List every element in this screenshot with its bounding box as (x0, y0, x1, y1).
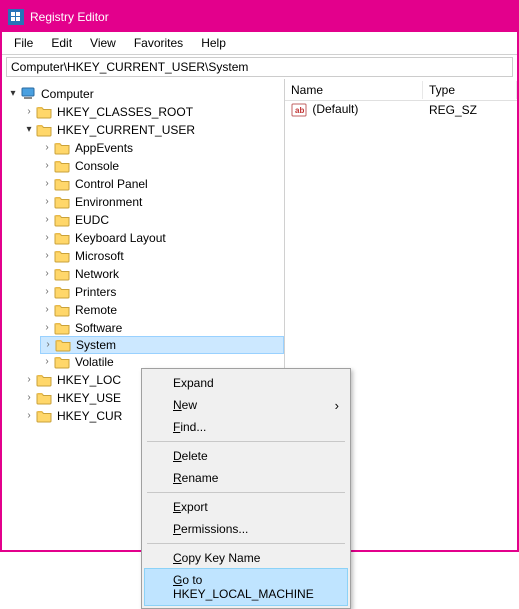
address-bar[interactable]: Computer\HKEY_CURRENT_USER\System (6, 57, 513, 77)
context-menu-item[interactable]: Rename (145, 467, 347, 489)
context-menu: ExpandNewFind... DeleteRename ExportPermis… (141, 368, 351, 609)
value-type: REG_SZ (423, 102, 517, 118)
value-row[interactable]: ab (Default) REG_SZ (285, 101, 517, 119)
tree-item-key[interactable]: › Software (40, 319, 284, 337)
menu-help[interactable]: Help (193, 34, 234, 52)
menu-file[interactable]: File (6, 34, 41, 52)
expand-arrow-icon[interactable]: ▾ (22, 121, 36, 139)
column-header-type[interactable]: Type (423, 81, 517, 99)
expand-arrow-icon[interactable]: › (40, 139, 54, 157)
computer-icon (20, 86, 36, 102)
expand-arrow-icon[interactable]: › (40, 247, 54, 265)
tree-item-key[interactable]: › Remote (40, 301, 284, 319)
menu-favorites[interactable]: Favorites (126, 34, 191, 52)
expand-arrow-icon[interactable]: › (40, 301, 54, 319)
app-icon (8, 9, 24, 25)
list-header: Name Type (285, 79, 517, 101)
tree-label: Environment (73, 193, 144, 211)
context-menu-item[interactable]: New (145, 394, 347, 416)
tree-label: AppEvents (73, 139, 135, 157)
window-title: Registry Editor (30, 10, 109, 24)
tree-label: HKEY_CLASSES_ROOT (55, 103, 195, 121)
tree-item-key[interactable]: › Console (40, 157, 284, 175)
expand-arrow-icon[interactable]: › (22, 389, 36, 407)
tree-item-key[interactable]: › AppEvents (40, 139, 284, 157)
expand-arrow-icon[interactable]: › (40, 175, 54, 193)
context-menu-item[interactable]: Delete (145, 445, 347, 467)
column-header-name[interactable]: Name (285, 81, 423, 99)
tree-label: Volatile (73, 353, 116, 371)
tree-root-computer[interactable]: ▾ Computer (4, 85, 284, 103)
context-menu-item[interactable]: Copy Key Name (145, 547, 347, 569)
value-name: (Default) (312, 102, 358, 116)
context-menu-item[interactable]: Permissions... (145, 518, 347, 540)
expand-arrow-icon[interactable]: › (40, 193, 54, 211)
tree-item-key[interactable]: › Control Panel (40, 175, 284, 193)
expand-arrow-icon[interactable]: › (40, 265, 54, 283)
tree-label: Keyboard Layout (73, 229, 168, 247)
context-menu-separator (147, 492, 345, 493)
tree-label: Remote (73, 301, 119, 319)
tree-item-key[interactable]: › Printers (40, 283, 284, 301)
expand-arrow-icon[interactable]: › (22, 103, 36, 121)
expand-arrow-icon[interactable]: › (40, 283, 54, 301)
tree-item-key[interactable]: › Environment (40, 193, 284, 211)
context-menu-item[interactable]: Export (145, 496, 347, 518)
expand-arrow-icon[interactable]: › (40, 229, 54, 247)
tree-label: Control Panel (73, 175, 150, 193)
tree-item-hive[interactable]: › HKEY_CLASSES_ROOT (22, 103, 284, 121)
expand-arrow-icon[interactable]: › (40, 353, 54, 371)
expand-arrow-icon[interactable]: › (40, 319, 54, 337)
tree-item-key[interactable]: › Microsoft (40, 247, 284, 265)
context-menu-item[interactable]: Go to HKEY_LOCAL_MACHINE (144, 568, 348, 606)
tree-item-key[interactable]: › Network (40, 265, 284, 283)
tree-label: System (74, 336, 118, 354)
menu-view[interactable]: View (82, 34, 124, 52)
context-menu-separator (147, 543, 345, 544)
expand-arrow-icon[interactable]: ▾ (6, 85, 20, 103)
tree-label: HKEY_USE (55, 389, 123, 407)
tree-label: Printers (73, 283, 118, 301)
expand-arrow-icon[interactable]: › (41, 336, 55, 354)
tree-label: Microsoft (73, 247, 126, 265)
tree-label: HKEY_CUR (55, 407, 124, 425)
title-bar: Registry Editor (2, 2, 517, 32)
tree-item-key[interactable]: › Keyboard Layout (40, 229, 284, 247)
expand-arrow-icon[interactable]: › (40, 157, 54, 175)
menu-edit[interactable]: Edit (43, 34, 80, 52)
tree-label: Console (73, 157, 121, 175)
expand-arrow-icon[interactable]: › (40, 211, 54, 229)
tree-label: EUDC (73, 211, 111, 229)
context-menu-separator (147, 441, 345, 442)
expand-arrow-icon[interactable]: › (22, 371, 36, 389)
expand-arrow-icon[interactable]: › (22, 407, 36, 425)
tree-label: HKEY_CURRENT_USER (55, 121, 197, 139)
tree-item-key[interactable]: › System (40, 336, 284, 354)
context-menu-item[interactable]: Find... (145, 416, 347, 438)
tree-label: Network (73, 265, 121, 283)
svg-text:ab: ab (295, 106, 304, 115)
menu-bar: File Edit View Favorites Help (2, 32, 517, 55)
string-value-icon: ab (291, 102, 307, 118)
tree-label: Computer (39, 85, 96, 103)
tree-item-hive[interactable]: ▾ HKEY_CURRENT_USER (22, 121, 284, 139)
tree-item-key[interactable]: › EUDC (40, 211, 284, 229)
tree-label: HKEY_LOC (55, 371, 123, 389)
tree-label: Software (73, 319, 124, 337)
context-menu-item[interactable]: Expand (145, 372, 347, 394)
